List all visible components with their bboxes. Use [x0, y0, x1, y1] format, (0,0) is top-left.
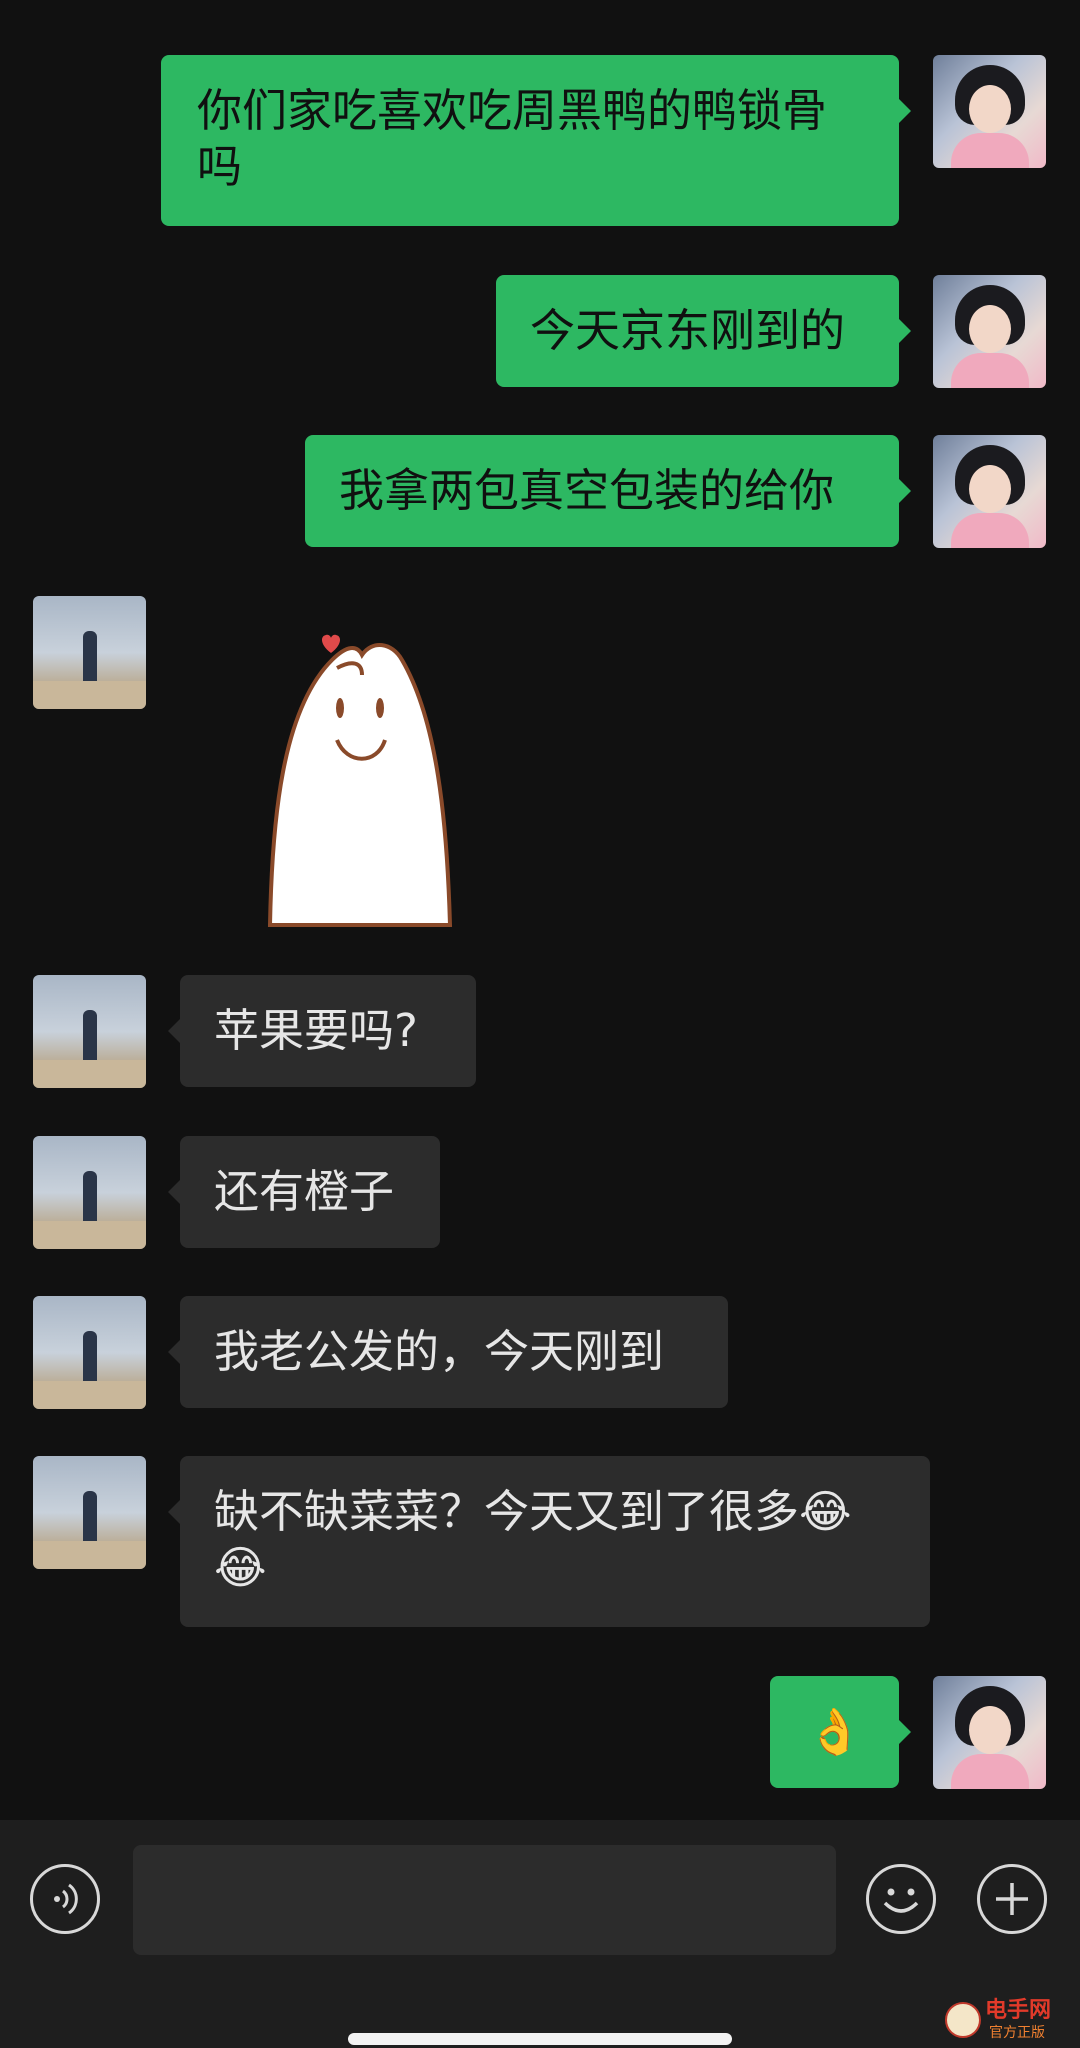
bubble-tail — [168, 1500, 180, 1524]
watermark-logo-icon — [945, 2002, 981, 2038]
watermark: 电手网 官方正版 — [945, 2000, 1065, 2044]
message-text: 我老公发的，今天刚到 — [214, 1325, 665, 1378]
avatar-self[interactable] — [933, 1676, 1046, 1789]
message-bubble-incoming[interactable]: 我老公发的，今天刚到 — [180, 1296, 728, 1408]
message-text: 苹果要吗? — [214, 1004, 418, 1057]
avatar-contact[interactable] — [33, 1456, 146, 1569]
message-text: 你们家吃喜欢吃周黑鸭的鸭锁骨吗 — [197, 84, 828, 193]
avatar-contact[interactable] — [33, 1296, 146, 1409]
message-bubble-outgoing[interactable]: 你们家吃喜欢吃周黑鸭的鸭锁骨吗 — [161, 55, 899, 226]
bubble-tail — [168, 1019, 180, 1043]
bubble-tail — [899, 479, 911, 503]
bubble-tail — [899, 99, 911, 123]
avatar-self[interactable] — [933, 55, 1046, 168]
message-text: 还有橙子 — [214, 1165, 395, 1218]
message-input[interactable] — [133, 1845, 836, 1955]
sticker-ghost[interactable] — [262, 620, 462, 930]
home-indicator[interactable] — [348, 2033, 732, 2045]
avatar-contact[interactable] — [33, 1136, 146, 1249]
message-bubble-outgoing[interactable]: 我拿两包真空包装的给你 — [305, 435, 899, 547]
chat-area[interactable]: 你们家吃喜欢吃周黑鸭的鸭锁骨吗 今天京东刚到的 我拿两包真空包装的给你 苹果要吗… — [0, 0, 1080, 1820]
bubble-tail — [899, 319, 911, 343]
avatar-contact[interactable] — [33, 596, 146, 709]
message-text: 缺不缺菜菜？今天又到了很多😂😂 — [214, 1485, 852, 1594]
message-bubble-outgoing[interactable]: 今天京东刚到的 — [496, 275, 899, 387]
message-text: 👌 — [806, 1705, 863, 1758]
message-bubble-outgoing[interactable]: 👌 — [770, 1676, 899, 1788]
emoji-icon[interactable] — [866, 1864, 936, 1934]
message-bubble-incoming[interactable]: 还有橙子 — [180, 1136, 440, 1248]
message-text: 我拿两包真空包装的给你 — [339, 464, 835, 517]
avatar-self[interactable] — [933, 275, 1046, 388]
voice-icon[interactable] — [30, 1864, 100, 1934]
bubble-tail — [168, 1180, 180, 1204]
avatar-self[interactable] — [933, 435, 1046, 548]
bubble-tail — [168, 1340, 180, 1364]
message-text: 今天京东刚到的 — [530, 304, 846, 357]
bubble-tail — [899, 1720, 911, 1744]
plus-icon[interactable] — [977, 1864, 1047, 1934]
avatar-contact[interactable] — [33, 975, 146, 1088]
message-bubble-incoming[interactable]: 缺不缺菜菜？今天又到了很多😂😂 — [180, 1456, 930, 1627]
message-bubble-incoming[interactable]: 苹果要吗? — [180, 975, 476, 1087]
